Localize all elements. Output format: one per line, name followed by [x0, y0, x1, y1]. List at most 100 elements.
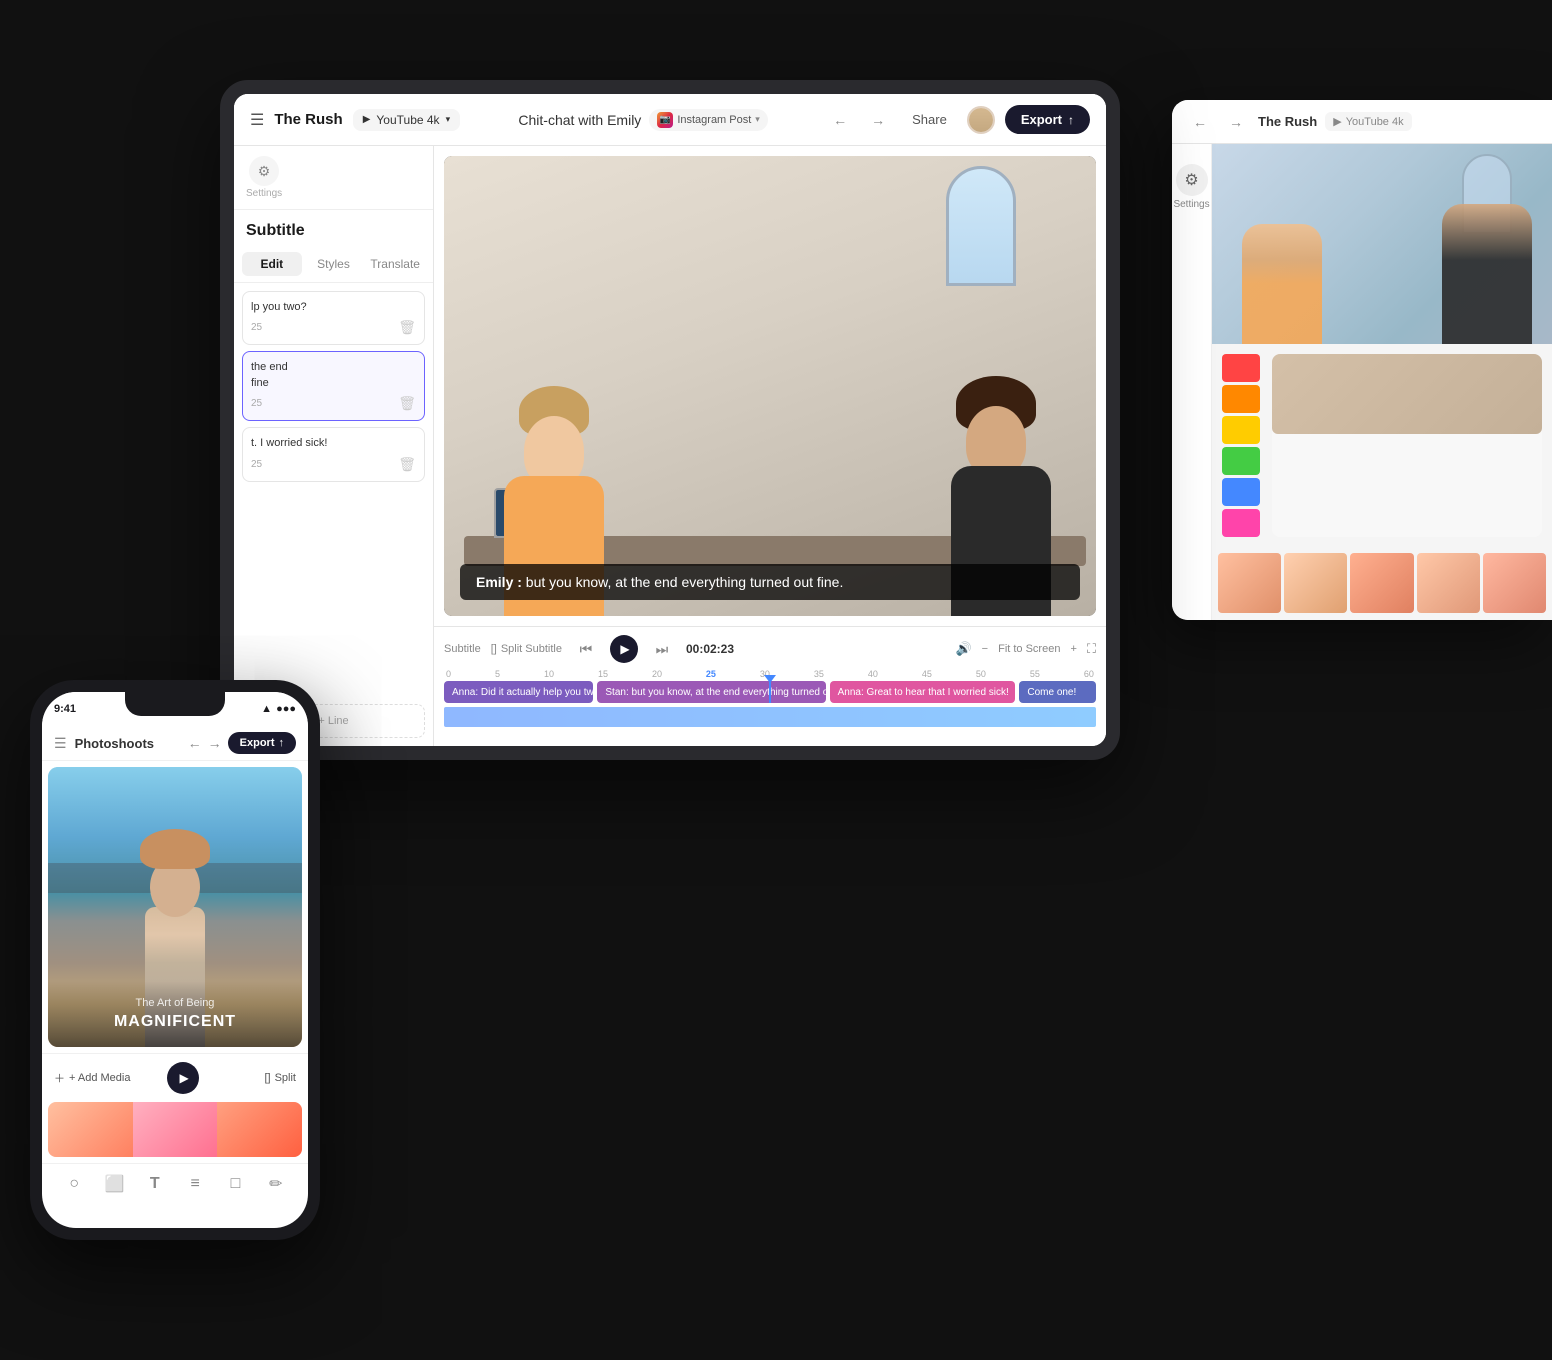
window-element [946, 166, 1016, 286]
phone-status-icons: ▲●●● [261, 703, 296, 715]
social-chevron: ▾ [755, 114, 760, 125]
add-media-label: + Add Media [69, 1072, 130, 1084]
tablet-format-icon: ▶ [363, 114, 371, 125]
phone-icon-template[interactable]: □ [221, 1170, 249, 1198]
timeline-track[interactable]: Anna: Great to hear that I worried sick! [830, 681, 1016, 703]
timeline-split-label[interactable]: [] Split Subtitle [491, 643, 562, 655]
timeline-plus[interactable]: + [1070, 643, 1076, 655]
phone-export-label: Export [240, 737, 275, 749]
desktop-content: ⚙ Settings [1172, 144, 1552, 620]
tablet-topbar: ☰ The Rush ▶ YouTube 4k ▾ Chit-chat with… [234, 94, 1106, 146]
subtitle-item-time: 25 🗑 [251, 319, 416, 336]
sidebar-subtitle-title: Subtitle [234, 210, 433, 246]
settings-icon: ⚙ [1176, 164, 1208, 196]
instagram-icon: 📷 [657, 112, 673, 128]
phone-play-button[interactable]: ▶ [167, 1062, 199, 1094]
tablet-menu-icon[interactable]: ☰ [250, 110, 264, 130]
tablet-undo-icon[interactable]: ← [826, 106, 854, 134]
tablet-redo-icon[interactable]: → [864, 106, 892, 134]
desktop-format-badge: ▶ YouTube 4k [1325, 112, 1411, 131]
timeline-track[interactable]: Anna: Did it actually help you two? [444, 681, 593, 703]
phone-subtitle1: The Art of Being [64, 997, 286, 1009]
phone-bottom-icons: ○ ⬜ T ≡ □ ✏ [42, 1163, 308, 1208]
desktop-settings[interactable]: ⚙ Settings [1172, 156, 1218, 218]
phone-split-label: Split [275, 1072, 296, 1084]
phone-redo-icon[interactable]: → [208, 735, 222, 751]
sidebar-settings[interactable]: ⚙ Settings [246, 156, 282, 199]
tablet-avatar [967, 106, 995, 134]
subtitle-item-active[interactable]: the endfine 25 🗑 [242, 351, 425, 421]
timeline-volume-icon[interactable]: 🔊 [955, 641, 971, 657]
timeline-track[interactable]: Stan: but you know, at the end everythin… [597, 681, 825, 703]
social-format-badge[interactable]: 📷 Instagram Post ▾ [649, 109, 768, 131]
timeline-minus[interactable]: − [982, 643, 988, 655]
sidebar-tab-translate[interactable]: Translate [365, 252, 425, 276]
color-swatch-orange[interactable] [1222, 385, 1260, 413]
tablet-export-button[interactable]: Export ↑ [1005, 105, 1090, 134]
subtitle-item[interactable]: lp you two? 25 🗑 [242, 291, 425, 345]
desktop-video-preview [1212, 144, 1552, 344]
subtitle-item-time: 25 🗑 [251, 456, 416, 473]
color-swatch-blue[interactable] [1222, 478, 1260, 506]
timeline-waveform [444, 707, 1096, 727]
color-swatch-yellow[interactable] [1222, 416, 1260, 444]
phone-icon-text[interactable]: T [141, 1170, 169, 1198]
timeline-next[interactable]: ⏭ [648, 635, 676, 663]
video-speaker: Emily : [476, 574, 522, 590]
desktop-forward-icon[interactable]: → [1222, 108, 1250, 136]
phone-project-name: Photoshoots [75, 736, 154, 751]
phone-back-icon[interactable]: ☰ [54, 735, 67, 752]
phone-thumb[interactable] [217, 1102, 302, 1157]
tablet-share-button[interactable]: Share [902, 107, 957, 132]
photo-strip-item[interactable] [1284, 553, 1347, 613]
phone-video-overlay: The Art of Being MAGNIFICENT [48, 981, 302, 1047]
photo-strip-item[interactable] [1218, 553, 1281, 613]
video-subtitle-bar: Emily : but you know, at the end everyth… [460, 564, 1080, 600]
tablet-upload-icon: ↑ [1068, 113, 1074, 127]
tablet-video-artwork: Emily : but you know, at the end everyth… [444, 156, 1096, 616]
tablet-project-name: Chit-chat with Emily [518, 112, 641, 128]
sidebar-tab-styles[interactable]: Styles [304, 252, 364, 276]
phone-thumb[interactable] [48, 1102, 133, 1157]
timeline-track[interactable]: Come one! [1019, 681, 1096, 703]
subtitle-item-text: lp you two? [251, 300, 416, 315]
desktop-title: The Rush [1258, 114, 1317, 129]
photo-strip-item[interactable] [1350, 553, 1413, 613]
phone-split-icon: [] [264, 1072, 270, 1084]
phone-device: 9:41 ▲●●● ☰ Photoshoots ← → Export ↑ [30, 680, 320, 1240]
photo-strip-item[interactable] [1417, 553, 1480, 613]
phone-icon-list[interactable]: ≡ [181, 1170, 209, 1198]
sidebar-tab-edit[interactable]: Edit [242, 252, 302, 276]
phone-status-time: 9:41 [54, 703, 76, 715]
timeline-fit-screen[interactable]: Fit to Screen [998, 643, 1060, 655]
color-swatch-green[interactable] [1222, 447, 1260, 475]
timeline-time-display: 00:02:23 [686, 642, 734, 656]
phone-icon-media[interactable]: ⬜ [100, 1170, 128, 1198]
timeline-actions: 🔊 − Fit to Screen + ⛶ [955, 641, 1096, 657]
social-format-label: Instagram Post [677, 114, 751, 126]
desktop-back-icon[interactable]: ← [1186, 108, 1214, 136]
phone-play-icon: ▶ [180, 1071, 189, 1085]
phone-upload-icon: ↑ [279, 737, 285, 749]
phone-icon-camera[interactable]: ○ [60, 1170, 88, 1198]
phone-controls: ＋ + Add Media ▶ [] Split [42, 1053, 308, 1102]
tablet-format-badge[interactable]: ▶ YouTube 4k ▾ [353, 109, 460, 131]
phone-thumb[interactable] [133, 1102, 218, 1157]
tablet-export-label: Export [1021, 112, 1062, 127]
color-swatch-pink[interactable] [1222, 509, 1260, 537]
phone-thumbnails [48, 1102, 302, 1157]
tablet-title: The Rush [274, 111, 342, 128]
photo-strip-item[interactable] [1483, 553, 1546, 613]
timeline-prev[interactable]: ⏮ [572, 635, 600, 663]
phone-video: The Art of Being MAGNIFICENT [48, 767, 302, 1047]
phone-split-button[interactable]: [] Split [264, 1072, 296, 1084]
phone-add-media[interactable]: ＋ + Add Media [54, 1070, 130, 1086]
timeline-controls: Subtitle [] Split Subtitle ⏮ ▶ ⏭ 00:02:2… [444, 635, 1096, 663]
subtitle-item[interactable]: t. I worried sick! 25 🗑 [242, 427, 425, 481]
timeline-play-button[interactable]: ▶ [610, 635, 638, 663]
phone-icon-edit[interactable]: ✏ [262, 1170, 290, 1198]
phone-export-button[interactable]: Export ↑ [228, 732, 296, 754]
color-swatch-red[interactable] [1222, 354, 1260, 382]
phone-undo-icon[interactable]: ← [188, 735, 202, 751]
timeline-fullscreen-icon[interactable]: ⛶ [1087, 641, 1096, 657]
